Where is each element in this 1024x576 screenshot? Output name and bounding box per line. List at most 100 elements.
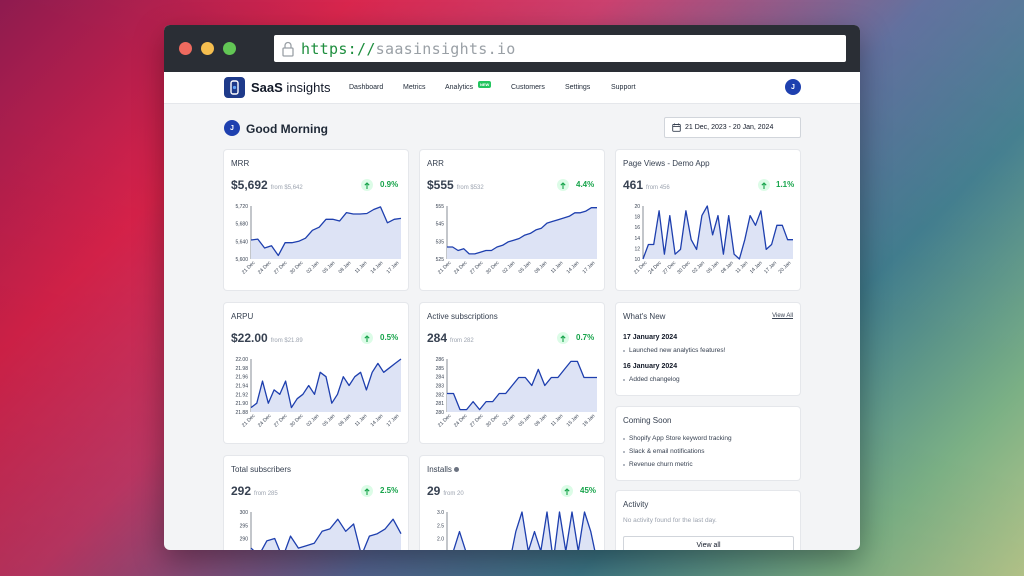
y-tick-label: 5,640: [235, 239, 248, 245]
series-area: [447, 207, 597, 259]
x-tick-label: 05 Jan: [518, 413, 533, 428]
series-area: [447, 361, 597, 412]
arrow-up-icon: [758, 179, 770, 191]
whats-new-title: What's New: [623, 312, 666, 321]
nav-customers[interactable]: Customers: [511, 84, 545, 91]
brand-bold: SaaS: [251, 80, 283, 95]
y-tick-label: 2.0: [437, 537, 444, 543]
url-protocol: https://: [301, 39, 376, 58]
y-tick-label: 12: [634, 246, 640, 252]
x-tick-label: 08 Jan: [720, 260, 735, 275]
brand-logo-icon[interactable]: [224, 77, 245, 98]
x-tick-label: 24 Dec: [257, 413, 273, 429]
x-tick-label: 17 Jan: [763, 260, 778, 275]
metric-value-text: 292: [231, 484, 252, 498]
metric-value-text: 29: [427, 484, 441, 498]
y-tick-label: 5,720: [235, 204, 248, 210]
changelog-date: 16 January 2024: [623, 363, 678, 370]
changelog-item: Added changelog: [629, 376, 680, 383]
date-range-picker[interactable]: 21 Dec, 2023 - 20 Jan, 2024: [664, 117, 801, 138]
metric-card-total-subscribers[interactable]: Total subscribers 292 from 285 2.5% 300 29…: [224, 456, 408, 550]
roadmap-item: Shopify App Store keyword tracking: [629, 435, 732, 442]
url-host: saasinsights.io: [375, 39, 516, 58]
y-tick-label: 18: [634, 215, 640, 221]
x-tick-label: 02 Jan: [306, 260, 321, 275]
x-tick-label: 11 Jan: [354, 260, 369, 275]
activity-title: Activity: [623, 500, 649, 509]
x-tick-label: 08 Jan: [338, 260, 353, 275]
arrow-up-icon: [557, 332, 569, 344]
metric-change: 0.5%: [380, 333, 399, 342]
metric-value: $22.00 from $21.89: [231, 331, 303, 345]
x-tick-label: 11 Jan: [550, 413, 565, 428]
arrow-up-icon: [557, 179, 569, 191]
x-tick-label: 30 Dec: [485, 260, 501, 276]
nav-support[interactable]: Support: [611, 84, 636, 91]
y-tick-label: 21.94: [235, 384, 248, 390]
metric-title: MRR: [231, 159, 250, 168]
x-tick-label: 24 Dec: [453, 260, 469, 276]
view-all-link[interactable]: View All: [772, 313, 793, 319]
close-window-icon[interactable]: [179, 42, 192, 55]
metric-from: from 282: [450, 338, 474, 344]
metric-change: 4.4%: [576, 180, 595, 189]
arrow-up-icon: [361, 485, 373, 497]
x-tick-label: 27 Dec: [662, 260, 678, 276]
activity-card: Activity No activity found for the last …: [616, 491, 800, 550]
y-tick-label: 21.88: [235, 410, 248, 416]
view-all-button[interactable]: View all: [623, 536, 794, 550]
x-tick-label: 17 Jan: [386, 260, 401, 275]
maximize-window-icon[interactable]: [223, 42, 236, 55]
metric-value: $555 from $532: [427, 178, 484, 192]
metric-title: ARR: [427, 159, 444, 168]
calendar-icon: [672, 123, 681, 132]
top-nav: SaaS insights Dashboard Metrics Analytic…: [164, 72, 860, 104]
metric-card-arr[interactable]: ARR $555 from $532 4.4% 555 545 535 525 21 De…: [420, 150, 604, 290]
browser-window: https://saasinsights.io SaaS insights Da…: [164, 25, 860, 550]
bullet-icon: [623, 464, 625, 466]
metric-card-arpu[interactable]: ARPU $22.00 from $21.89 0.5% 22.00 21.98 21…: [224, 303, 408, 443]
coming-soon-title: Coming Soon: [623, 416, 672, 425]
x-tick-label: 11 Jan: [550, 260, 565, 275]
minimize-window-icon[interactable]: [201, 42, 214, 55]
series-area: [251, 519, 401, 550]
metric-from: from $532: [456, 185, 484, 191]
address-bar[interactable]: https://saasinsights.io: [274, 35, 846, 62]
y-tick-label: 283: [436, 384, 445, 390]
nav-analytics[interactable]: Analytics: [445, 84, 473, 91]
y-tick-label: 284: [436, 375, 445, 381]
y-tick-label: 14: [634, 236, 640, 242]
x-tick-label: 11 Jan: [735, 260, 750, 275]
metric-value: 284 from 282: [427, 331, 474, 345]
metric-from: from 456: [646, 185, 670, 191]
whats-new-card: What's New View All 17 January 2024 Laun…: [616, 303, 800, 395]
nav-dashboard[interactable]: Dashboard: [349, 84, 383, 91]
nav-settings[interactable]: Settings: [565, 84, 590, 91]
nav-metrics[interactable]: Metrics: [403, 84, 426, 91]
metric-change: 2.5%: [380, 486, 399, 495]
x-tick-label: 27 Dec: [469, 260, 485, 276]
metric-card-mrr[interactable]: MRR $5,692 from $5,642 0.9% 5,720 5,680 5,6…: [224, 150, 408, 290]
brand-name[interactable]: SaaS insights: [251, 80, 331, 95]
y-tick-label: 2.5: [437, 523, 444, 529]
y-tick-label: 286: [436, 357, 445, 363]
x-tick-label: 05 Jan: [706, 260, 721, 275]
x-tick-label: 30 Dec: [676, 260, 692, 276]
brand-light: insights: [282, 80, 331, 95]
metric-chart: 300295290285280: [240, 510, 402, 550]
y-tick-label: 285: [436, 366, 445, 372]
metric-from: from 285: [254, 491, 278, 497]
metric-chart: 20181614121021 Dec24 Dec27 Dec30 Dec 02 J…: [633, 204, 793, 276]
metric-value-text: $555: [427, 178, 454, 192]
y-tick-label: 5,680: [235, 222, 248, 228]
x-tick-label: 14 Jan: [370, 260, 385, 275]
new-badge: NEW: [478, 81, 492, 88]
metric-card-installs[interactable]: Installs 29from 20 45% 3.02.52.01.51.0: [420, 456, 604, 550]
page-title: Good Morning: [246, 122, 328, 136]
date-range-text: 21 Dec, 2023 - 20 Jan, 2024: [685, 124, 774, 131]
y-tick-label: 21.98: [235, 366, 248, 372]
info-dot-icon[interactable]: [454, 467, 460, 473]
metric-card-page-views[interactable]: Page Views - Demo App 461 from 456 1.1% 2…: [616, 150, 800, 290]
user-avatar[interactable]: J: [785, 79, 801, 95]
metric-card-active-subscriptions[interactable]: Active subscriptions 284 from 282 0.7% 28…: [420, 303, 604, 443]
